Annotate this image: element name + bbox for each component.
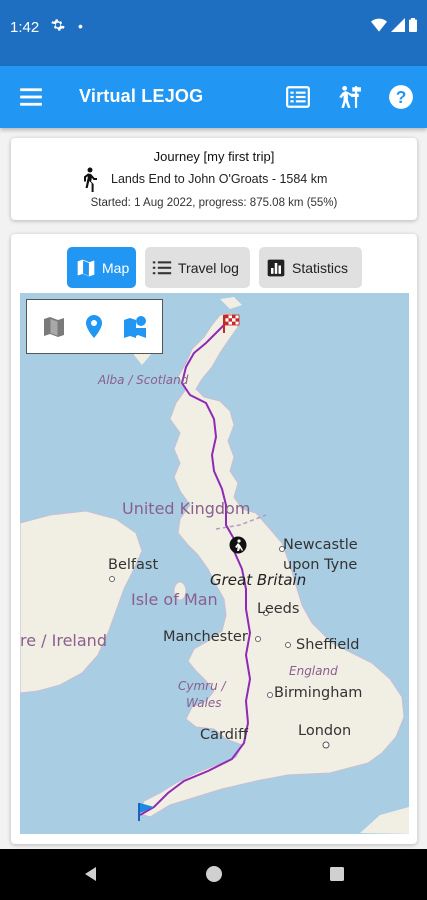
map-layer-toolbar [26, 299, 163, 354]
city-dot-sheffield [285, 642, 291, 648]
status-icons [371, 18, 417, 32]
wifi-icon [371, 18, 387, 32]
notification-dot: • [78, 18, 83, 34]
label-great-britain: Great Britain [210, 571, 307, 589]
svg-text:?: ? [396, 87, 407, 107]
signal-icon [391, 18, 405, 32]
label-newcastle-1: Newcastle [283, 537, 358, 553]
city-dot-belfast [109, 576, 115, 582]
label-manchester: Manchester [163, 629, 248, 645]
list-icon [152, 260, 172, 274]
map-view[interactable]: Alba / Scotland United Kingdom Newcastle… [20, 293, 409, 834]
settings-gear-icon [51, 18, 65, 37]
current-position-walker-icon [229, 536, 247, 554]
label-england: England [289, 664, 338, 678]
great-britain-land [137, 312, 405, 818]
journey-progress: Started: 1 Aug 2022, progress: 875.08 km… [90, 197, 338, 209]
label-united-kingdom: United Kingdom [122, 499, 251, 518]
bar-chart-icon [267, 259, 285, 276]
status-time: 1:42 [10, 19, 40, 36]
label-london: London [298, 723, 352, 739]
label-leeds: Leeds [257, 601, 300, 617]
app-title: Virtual LEJOG [79, 86, 204, 106]
tab-map-label: Map [102, 259, 130, 276]
city-dot-manchester [255, 636, 261, 642]
walking-person-icon [84, 167, 97, 192]
label-birmingham: Birmingham [274, 685, 363, 701]
journey-card[interactable]: Journey [my first trip] Lands End to Joh… [11, 138, 417, 220]
status-bar: 1:42 • [0, 0, 427, 66]
label-ireland: re / Ireland [20, 631, 107, 650]
city-dot-birmingham [267, 692, 273, 698]
orkney-land [220, 297, 242, 309]
hiker-signpost-icon[interactable] [336, 84, 362, 110]
label-isle-of-man: Isle of Man [131, 590, 218, 609]
tab-map[interactable]: Map [67, 247, 136, 288]
journey-route: Lands End to John O'Groats - 1584 km [111, 172, 328, 186]
menu-icon[interactable] [18, 85, 44, 109]
tab-statistics-label: Statistics [292, 259, 349, 276]
france-land [360, 807, 409, 834]
city-dot-london [322, 741, 330, 749]
label-belfast: Belfast [108, 557, 159, 573]
label-cymru: Cymru / [178, 679, 226, 693]
label-cardiff: Cardiff [200, 727, 248, 743]
label-sheffield: Sheffield [296, 637, 360, 653]
ireland-land [20, 510, 143, 694]
tab-travel-log-label: Travel log [178, 259, 239, 276]
label-alba: Alba / Scotland [98, 373, 189, 387]
location-pin-icon[interactable] [83, 314, 105, 340]
back-icon[interactable] [82, 865, 100, 883]
route-map-icon[interactable] [122, 314, 148, 340]
map-icon [77, 259, 95, 276]
system-nav-bar [0, 849, 427, 900]
map-layers-icon[interactable] [42, 315, 66, 339]
journey-title: Journey [my first trip] [153, 149, 275, 164]
journal-icon[interactable] [285, 84, 311, 110]
app-bar: Virtual LEJOG ? [0, 66, 427, 128]
home-icon[interactable] [205, 865, 223, 883]
battery-icon [409, 18, 417, 32]
tab-travel-log[interactable]: Travel log [145, 247, 250, 288]
recents-icon[interactable] [328, 865, 346, 883]
help-icon[interactable]: ? [388, 84, 414, 110]
label-wales: Wales [186, 696, 222, 710]
tab-statistics[interactable]: Statistics [259, 247, 362, 288]
